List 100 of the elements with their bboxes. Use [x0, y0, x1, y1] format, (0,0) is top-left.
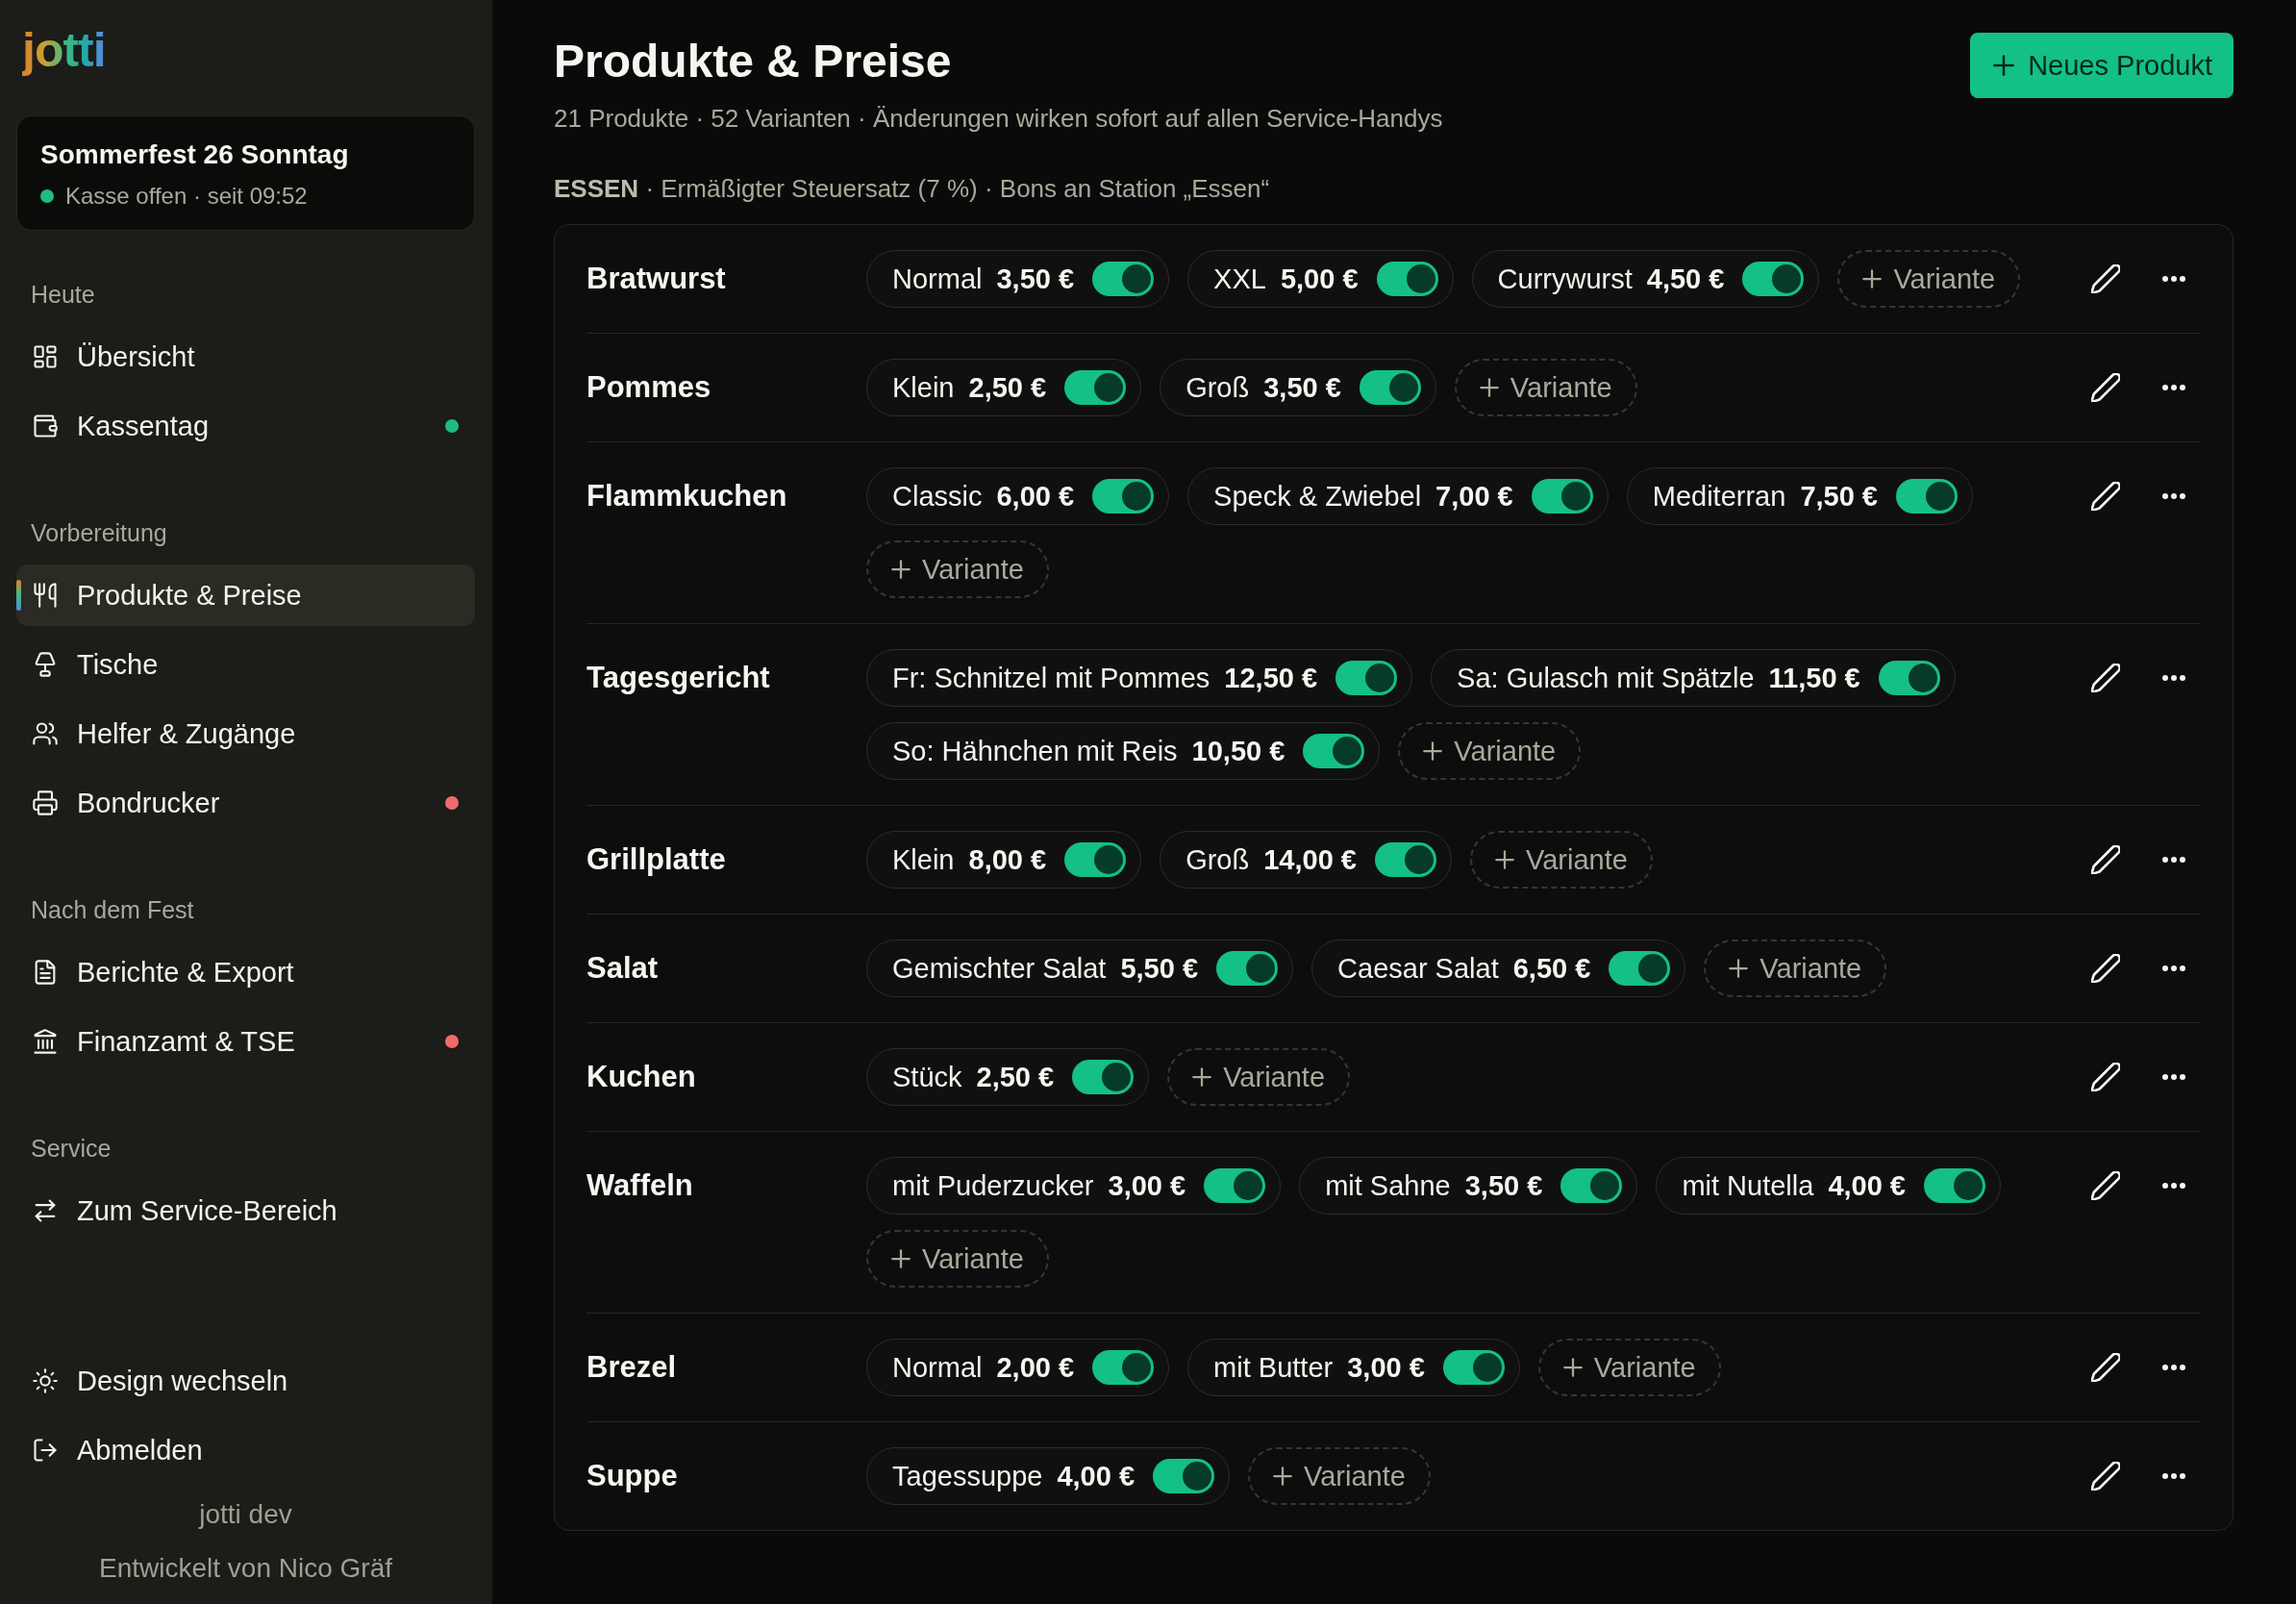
- wallet-icon: [32, 413, 59, 439]
- variant-price: 3,00 €: [1108, 1171, 1186, 1200]
- product-name: Salat: [586, 950, 659, 987]
- variant-name: Gemischter Salat: [892, 954, 1107, 983]
- toggle-switch[interactable]: [1303, 734, 1365, 768]
- pencil-icon: [2091, 373, 2120, 402]
- variant-name: Normal: [892, 1353, 983, 1382]
- toggle-switch[interactable]: [1092, 479, 1155, 514]
- add-variant-button[interactable]: Variante: [866, 1230, 1049, 1288]
- variant-price: 4,50 €: [1646, 264, 1725, 293]
- toggle-switch[interactable]: [1153, 1459, 1215, 1493]
- bank-building-icon: [32, 1028, 59, 1055]
- ellipsis-icon: [2162, 493, 2185, 499]
- product-name: Waffeln: [586, 1167, 693, 1204]
- ellipsis-icon: [2162, 1074, 2185, 1080]
- toggle-switch[interactable]: [1560, 1168, 1623, 1203]
- nav-item[interactable]: Kassentag: [16, 395, 475, 457]
- add-variant-button[interactable]: Variante: [1248, 1447, 1431, 1505]
- variant-price: 10,50 €: [1191, 737, 1285, 765]
- printer-icon: [32, 789, 59, 816]
- nav-item[interactable]: Abmelden: [16, 1419, 475, 1481]
- toggle-switch[interactable]: [1064, 842, 1127, 877]
- plus-icon: [1273, 1466, 1293, 1486]
- toggle-switch[interactable]: [1216, 951, 1279, 986]
- variant-name: Currywurst: [1497, 264, 1633, 293]
- toggle-switch[interactable]: [1531, 479, 1593, 514]
- plus-icon: [1562, 1358, 1583, 1377]
- variant-name: Klein: [892, 373, 955, 402]
- nav-section-label: Service: [31, 1134, 112, 1163]
- product-name: Grillplatte: [586, 841, 726, 878]
- plus-icon: [891, 560, 911, 579]
- ellipsis-icon: [2162, 857, 2185, 863]
- nav-item[interactable]: Zum Service-Bereich: [16, 1180, 475, 1241]
- variant-price: 3,00 €: [1347, 1353, 1425, 1382]
- plus-icon: [1192, 1067, 1212, 1087]
- variant-name: Caesar Salat: [1337, 954, 1499, 983]
- pencil-icon: [2091, 664, 2120, 692]
- toggle-switch[interactable]: [1742, 262, 1805, 296]
- toggle-switch[interactable]: [1204, 1168, 1266, 1203]
- toggle-switch[interactable]: [1072, 1060, 1135, 1094]
- pencil-icon: [2091, 845, 2120, 874]
- plus-icon: [1729, 959, 1749, 978]
- toggle-switch[interactable]: [1878, 661, 1940, 695]
- pencil-icon: [2091, 482, 2120, 511]
- sun-icon: [32, 1367, 59, 1394]
- plus-icon: [1479, 378, 1499, 397]
- variant-name: Groß: [1185, 373, 1250, 402]
- nav-item[interactable]: Helfer & Zugänge: [16, 703, 475, 764]
- nav-item[interactable]: Produkte & Preise: [16, 564, 475, 626]
- plus-icon: [1423, 741, 1443, 761]
- add-variant-button[interactable]: Variante: [1469, 831, 1653, 889]
- toggle-switch[interactable]: [1442, 1350, 1505, 1385]
- nav-item[interactable]: Finanzamt & TSE: [16, 1011, 475, 1072]
- ellipsis-icon: [2162, 276, 2185, 282]
- product-name: Kuchen: [586, 1059, 696, 1095]
- toggle-switch[interactable]: [1359, 370, 1421, 405]
- toggle-switch[interactable]: [1609, 951, 1671, 986]
- add-variant-button[interactable]: Variante: [1398, 722, 1582, 780]
- nav-item[interactable]: Übersicht: [16, 326, 475, 388]
- product-name: Brezel: [586, 1349, 677, 1386]
- version-label: jotti dev: [199, 1498, 292, 1531]
- variant-name: Tagessuppe: [892, 1462, 1043, 1491]
- variant-price: 2,50 €: [976, 1063, 1055, 1091]
- add-variant-button[interactable]: Variante: [1837, 250, 2021, 308]
- pencil-icon: [2091, 1063, 2120, 1091]
- toggle-switch[interactable]: [1374, 842, 1436, 877]
- add-variant-button[interactable]: Variante: [1537, 1339, 1721, 1396]
- variant-price: 12,50 €: [1224, 664, 1318, 692]
- new-product-button[interactable]: Neues Produkt: [1970, 33, 2234, 98]
- ellipsis-icon: [2162, 1365, 2185, 1370]
- nav-item[interactable]: Design wechseln: [16, 1350, 475, 1412]
- add-variant-button[interactable]: Variante: [1454, 359, 1637, 416]
- toggle-switch[interactable]: [1896, 479, 1958, 514]
- variant-name: mit Puderzucker: [892, 1171, 1094, 1200]
- nav-item[interactable]: Berichte & Export: [16, 941, 475, 1003]
- variant-name: Normal: [892, 264, 983, 293]
- variant-price: 8,00 €: [968, 845, 1047, 874]
- variant-name: So: Hähnchen mit Reis: [892, 737, 1178, 765]
- toggle-switch[interactable]: [1335, 661, 1398, 695]
- nav-item[interactable]: Tische: [16, 634, 475, 695]
- add-variant-button[interactable]: Variante: [1704, 940, 1887, 997]
- variant-price: 5,00 €: [1280, 264, 1359, 293]
- toggle-switch[interactable]: [1376, 262, 1438, 296]
- add-variant-button[interactable]: Variante: [866, 540, 1049, 598]
- variant-price: 14,00 €: [1263, 845, 1357, 874]
- variant-name: mit Sahne: [1325, 1171, 1451, 1200]
- toggle-switch[interactable]: [1924, 1168, 1985, 1203]
- nav-item[interactable]: Bondrucker: [16, 772, 475, 834]
- toggle-switch[interactable]: [1092, 1350, 1155, 1385]
- toggle-switch[interactable]: [1064, 370, 1127, 405]
- grid-icon: [32, 343, 59, 370]
- variant-name: Mediterran: [1652, 482, 1786, 511]
- toggle-switch[interactable]: [1092, 262, 1155, 296]
- plus-icon: [1993, 55, 2015, 76]
- event-status: Kasse offen · seit 09:52: [65, 182, 308, 211]
- ellipsis-icon: [2162, 1183, 2185, 1189]
- variant-price: 7,50 €: [1800, 482, 1878, 511]
- plus-icon: [1494, 850, 1514, 869]
- page-title: Produkte & Preise: [554, 35, 953, 88]
- add-variant-button[interactable]: Variante: [1167, 1048, 1351, 1106]
